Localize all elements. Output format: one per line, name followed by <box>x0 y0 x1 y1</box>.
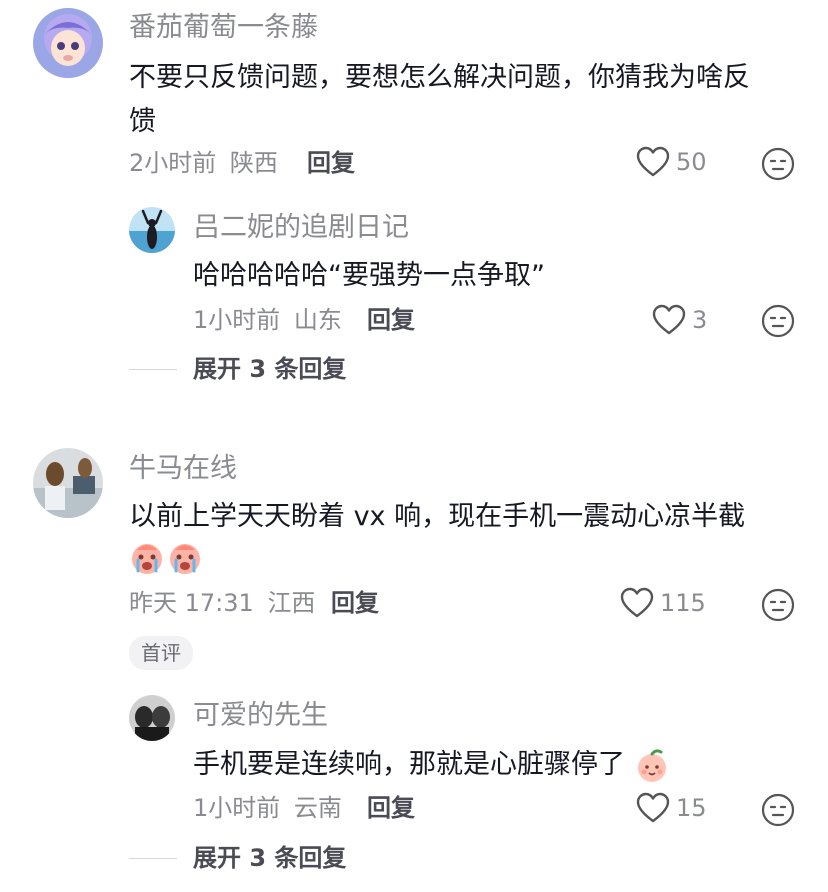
like-button[interactable]: 115 <box>620 587 706 619</box>
reply-username[interactable]: 可爱的先生 <box>193 700 328 732</box>
reply-button[interactable]: 回复 <box>307 148 355 178</box>
emoji-row <box>129 540 203 576</box>
comment-text: 以前上学天天盼着 vx 响，现在手机一震动心凉半截 <box>129 501 746 532</box>
expand-replies-label: 展开 3 条回复 <box>193 844 347 872</box>
reply-text-body: 手机要是连续响，那就是心脏骤停了 <box>193 749 625 780</box>
avatar-reply-user-1[interactable] <box>129 207 175 253</box>
heart-icon <box>652 304 686 335</box>
comment-username[interactable]: 番茄葡萄一条藤 <box>129 12 318 44</box>
expand-replies-label: 展开 3 条回复 <box>193 355 347 383</box>
comment-username[interactable]: 牛马在线 <box>129 453 237 485</box>
first-comment-badge: 首评 <box>129 636 193 670</box>
reply-meta: 1小时前 云南 <box>193 793 342 823</box>
reply-button[interactable]: 回复 <box>367 793 415 823</box>
dislike-icon[interactable] <box>761 304 795 338</box>
like-button[interactable]: 15 <box>636 792 707 824</box>
peach-face-emoji <box>637 748 666 782</box>
avatar-user-2[interactable] <box>33 448 103 518</box>
comment-location: 江西 <box>267 589 316 617</box>
like-count: 50 <box>676 148 707 176</box>
like-count: 115 <box>660 589 706 617</box>
comment-meta: 昨天 17:31 江西 <box>129 588 315 618</box>
reply-location: 山东 <box>293 306 342 334</box>
reply-text: 哈哈哈哈哈“要强势一点争取” <box>193 260 545 291</box>
reply-button[interactable]: 回复 <box>367 305 415 335</box>
comment-location: 陕西 <box>229 149 278 177</box>
like-count: 3 <box>692 306 708 334</box>
heart-icon <box>636 146 670 177</box>
comment-text-continued: 馈 <box>129 106 156 137</box>
like-button[interactable]: 50 <box>636 146 707 178</box>
comment-text: 不要只反馈问题，要想怎么解决问题，你猜我为啥反 <box>129 62 750 93</box>
dislike-icon[interactable] <box>761 147 795 181</box>
comment-time: 2小时前 <box>129 149 217 177</box>
divider-line <box>129 857 177 859</box>
reply-meta: 1小时前 山东 <box>193 305 342 335</box>
expand-replies-button[interactable]: 展开 3 条回复 <box>129 354 346 384</box>
crying-face-emoji <box>132 544 162 574</box>
crying-face-emoji <box>170 544 200 574</box>
like-count: 15 <box>676 794 707 822</box>
reply-button[interactable]: 回复 <box>331 588 379 618</box>
dislike-icon[interactable] <box>761 588 795 622</box>
reply-location: 云南 <box>293 794 342 822</box>
avatar-reply-user-2[interactable] <box>129 695 175 741</box>
heart-icon <box>620 587 654 618</box>
reply-username[interactable]: 吕二妮的追剧日记 <box>193 212 409 244</box>
avatar-user-1[interactable] <box>33 8 103 78</box>
comment-time: 昨天 17:31 <box>129 589 254 617</box>
like-button[interactable]: 3 <box>652 304 707 336</box>
comment-meta: 2小时前 陕西 <box>129 148 278 178</box>
divider-line <box>129 368 177 370</box>
expand-replies-button[interactable]: 展开 3 条回复 <box>129 843 346 873</box>
dislike-icon[interactable] <box>761 793 795 827</box>
reply-time: 1小时前 <box>193 306 281 334</box>
reply-time: 1小时前 <box>193 794 281 822</box>
reply-text: 手机要是连续响，那就是心脏骤停了 <box>193 743 670 787</box>
heart-icon <box>636 792 670 823</box>
